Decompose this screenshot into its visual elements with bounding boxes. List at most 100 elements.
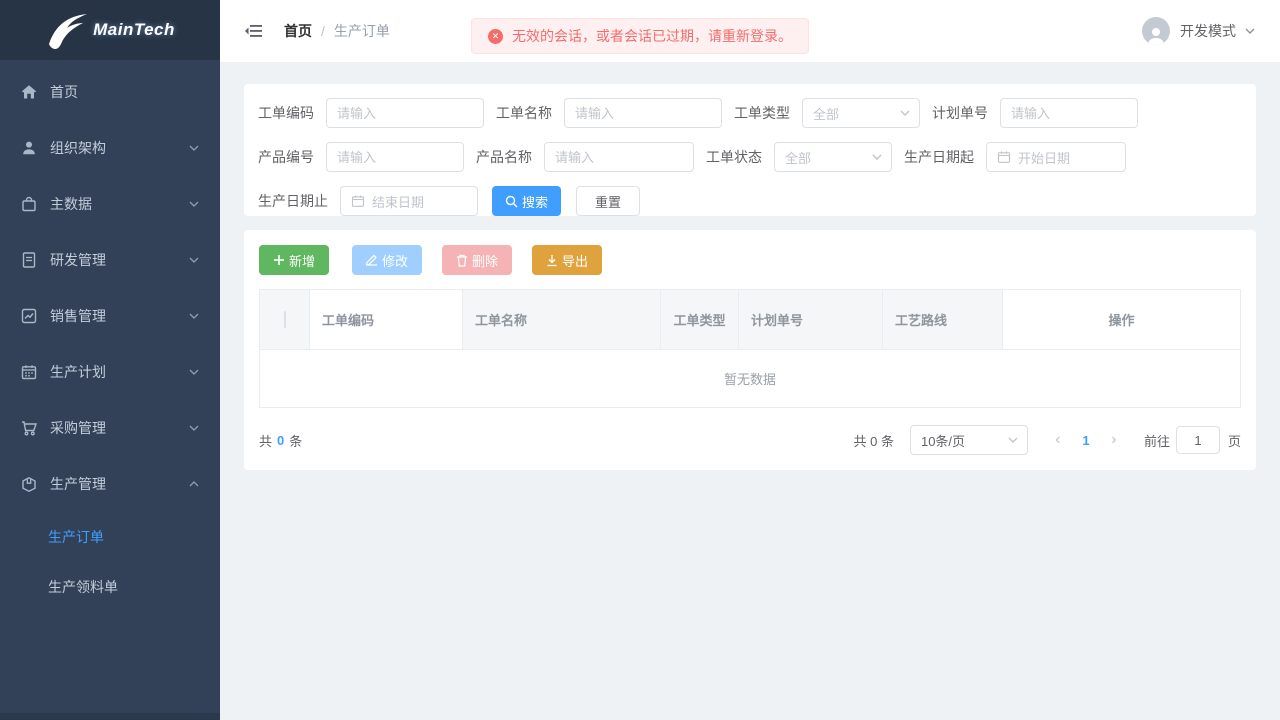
user-dropdown[interactable]: 开发模式 [1142,17,1256,45]
search-icon [505,195,518,208]
work-order-type-select[interactable]: 全部 [802,98,920,128]
sidebar-item-label: 主数据 [50,194,188,214]
edit-icon [366,254,378,266]
sidebar-item-production-order[interactable]: 生产订单 [0,512,220,562]
sidebar-item-production-plan[interactable]: 生产计划 [0,344,220,400]
date-placeholder: 结束日期 [372,192,424,211]
page-size-value: 10条/页 [921,431,1007,450]
chevron-down-icon [871,151,883,163]
calendar-icon [351,194,365,208]
field-label: 生产日期止 [258,191,328,211]
bag-icon [20,195,38,213]
reset-button-label: 重置 [595,192,621,211]
chart-icon [20,307,38,325]
logo[interactable]: MainTech [0,0,220,60]
next-page-button[interactable]: › [1100,426,1128,454]
chevron-down-icon [1007,434,1019,446]
prod-date-end-picker[interactable]: 结束日期 [340,186,478,216]
sidebar-item-home[interactable]: 首页 [0,64,220,120]
edit-button[interactable]: 修改 [352,245,422,275]
user-name: 开发模式 [1180,21,1236,41]
filter-work-order-status: 工单状态 全部 [706,142,892,172]
box-icon [20,475,38,493]
sidebar: MainTech 首页 组织架构 主数据 研发管理 销售管理 生 [0,0,220,720]
product-code-input[interactable] [326,142,464,172]
filter-row-2: 产品编号 产品名称 工单状态 全部 生产日期起 [258,142,1242,172]
sidebar-item-label: 采购管理 [50,418,188,438]
filter-panel: 工单编码 工单名称 工单类型 全部 计划单号 [244,84,1256,216]
fold-menu-icon[interactable] [244,21,264,41]
sidebar-item-rd[interactable]: 研发管理 [0,232,220,288]
sidebar-item-label: 销售管理 [50,306,188,326]
select-value: 全部 [785,148,871,167]
calendar-icon [997,150,1011,164]
plan-no-input[interactable] [1000,98,1138,128]
filter-product-code: 产品编号 [258,142,464,172]
search-button[interactable]: 搜索 [492,186,561,216]
page-unit: 页 [1228,431,1241,450]
delete-button[interactable]: 删除 [442,245,512,275]
trash-icon [456,254,468,267]
sidebar-item-production-picking[interactable]: 生产领料单 [0,562,220,612]
total-prefix: 共 [259,431,272,450]
chevron-down-icon [899,107,911,119]
filter-row-1: 工单编码 工单名称 工单类型 全部 计划单号 [258,98,1242,128]
reset-button[interactable]: 重置 [576,186,640,216]
sidebar-item-sales[interactable]: 销售管理 [0,288,220,344]
empty-row: 暂无数据 [260,350,1241,408]
prod-date-start-picker[interactable]: 开始日期 [986,142,1126,172]
toast-message: 无效的会话，或者会话已过期，请重新登录。 [512,26,792,46]
breadcrumb-home[interactable]: 首页 [284,21,312,41]
work-orders-table: 工单编码 工单名称 工单类型 计划单号 工艺路线 操作 暂无数据 [259,289,1241,408]
work-order-name-input[interactable] [564,98,722,128]
export-button[interactable]: 导出 [532,245,602,275]
pagination-total: 共 0 条 [854,431,894,450]
session-error-toast: ✕ 无效的会话，或者会话已过期，请重新登录。 [471,18,809,54]
sidebar-item-label: 生产订单 [48,527,200,547]
add-button[interactable]: 新增 [259,245,329,275]
chevron-down-icon [188,198,200,210]
col-work-order-type: 工单类型 [661,290,739,350]
error-circle-icon: ✕ [488,29,503,44]
sidebar-item-org[interactable]: 组织架构 [0,120,220,176]
brand-swoosh-icon [45,10,91,50]
chevron-down-icon [188,422,200,434]
sidebar-item-purchase[interactable]: 采购管理 [0,400,220,456]
work-order-code-input[interactable] [326,98,484,128]
sidebar-item-label: 组织架构 [50,138,188,158]
avatar [1142,17,1170,45]
col-actions: 操作 [1003,290,1241,350]
search-button-label: 搜索 [522,192,548,211]
sidebar-item-label: 生产领料单 [48,577,200,597]
download-icon [546,254,558,267]
select-all-checkbox[interactable] [284,311,286,328]
filter-work-order-code: 工单编码 [258,98,484,128]
table-toolbar: 新增 修改 删除 导出 [259,245,1241,275]
product-name-input[interactable] [544,142,694,172]
select-all-header [260,290,310,350]
delete-button-label: 删除 [472,251,498,270]
sidebar-collapse-bar[interactable] [0,713,220,720]
sidebar-item-production-mgmt[interactable]: 生产管理 [0,456,220,512]
filter-prod-date-start: 生产日期起 开始日期 [904,142,1126,172]
chevron-up-icon [188,478,200,490]
edit-button-label: 修改 [382,251,408,270]
breadcrumb-current: 生产订单 [334,21,390,41]
page-number[interactable]: 1 [1072,426,1100,454]
document-icon [20,251,38,269]
field-label: 产品编号 [258,147,314,167]
page-size-select[interactable]: 10条/页 [910,425,1028,455]
goto-label: 前往 [1144,431,1170,450]
chevron-down-icon [1244,25,1256,37]
goto-page-input[interactable] [1176,426,1220,454]
field-label: 工单编码 [258,103,314,123]
chevron-down-icon [188,254,200,266]
export-button-label: 导出 [562,251,588,270]
sidebar-item-master-data[interactable]: 主数据 [0,176,220,232]
prev-page-button[interactable]: ‹ [1044,426,1072,454]
sidebar-menu: 首页 组织架构 主数据 研发管理 销售管理 生产计划 [0,60,220,612]
total-suffix: 条 [289,431,302,450]
field-label: 生产日期起 [904,147,974,167]
filter-work-order-name: 工单名称 [496,98,722,128]
work-order-status-select[interactable]: 全部 [774,142,892,172]
